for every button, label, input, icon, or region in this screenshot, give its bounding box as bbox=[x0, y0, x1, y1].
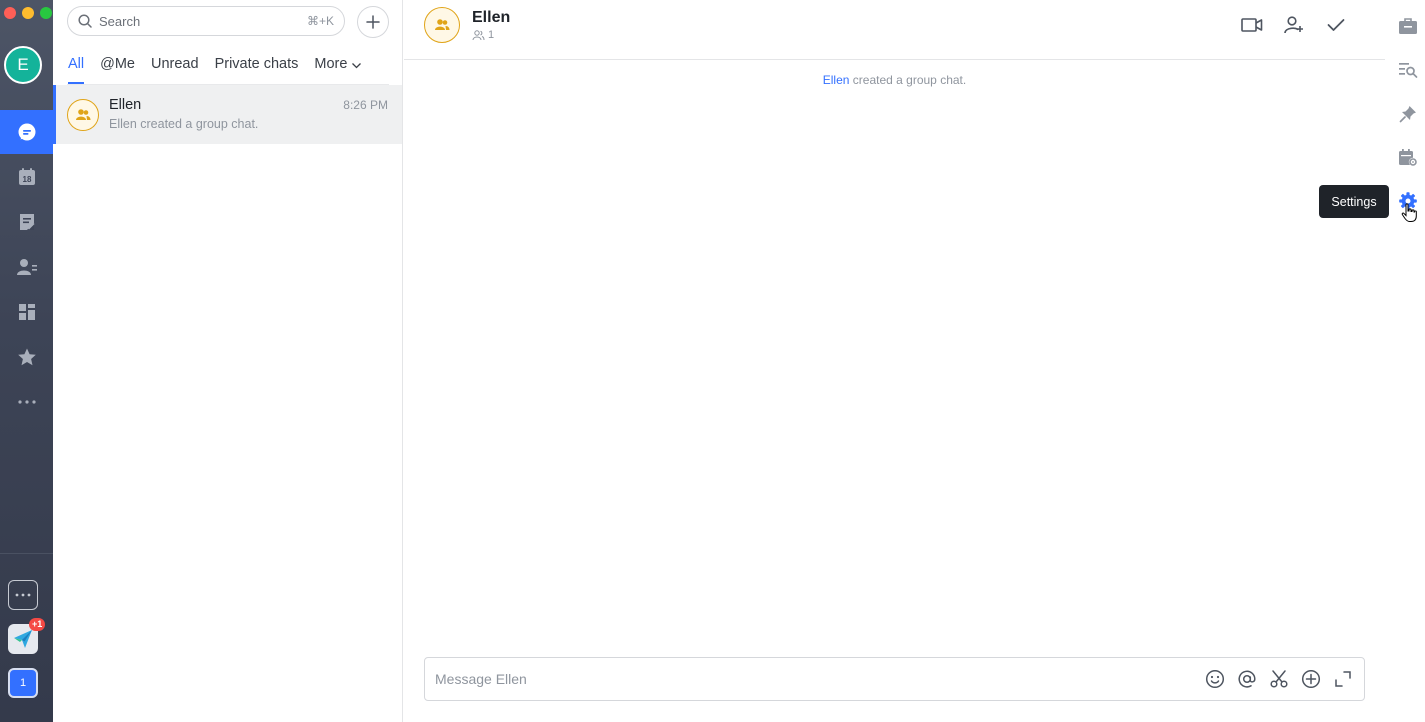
group-icon bbox=[435, 19, 450, 30]
tab-private-chats[interactable]: Private chats bbox=[215, 56, 299, 84]
chevron-down-icon bbox=[352, 63, 362, 69]
messenger-icon bbox=[18, 123, 35, 141]
docs-icon bbox=[19, 214, 35, 230]
tab-all[interactable]: All bbox=[68, 56, 85, 84]
screenshot-button[interactable] bbox=[1268, 668, 1290, 690]
checkmark-icon bbox=[1327, 19, 1345, 31]
group-icon bbox=[76, 109, 91, 120]
left-rail: E 18 +1 1 bbox=[0, 0, 53, 722]
toolbar-item-search-history[interactable] bbox=[1396, 58, 1420, 82]
right-toolbar bbox=[1385, 0, 1425, 722]
sidebar-item-workplace[interactable] bbox=[0, 290, 53, 334]
tab-more[interactable]: More bbox=[314, 56, 362, 84]
add-user-icon bbox=[1284, 16, 1303, 34]
plus-icon bbox=[366, 15, 380, 29]
chat-header-avatar[interactable] bbox=[424, 7, 460, 43]
add-member-button[interactable] bbox=[1283, 14, 1305, 36]
toolbar-item-pinned[interactable] bbox=[1396, 102, 1420, 126]
chat-list-item[interactable]: Ellen Ellen created a group chat. 8:26 P… bbox=[53, 85, 402, 144]
favorites-icon bbox=[17, 348, 36, 366]
paper-plane-icon bbox=[14, 630, 32, 648]
settings-tooltip: Settings bbox=[1319, 185, 1389, 218]
toolbar-item-workspace[interactable] bbox=[1396, 14, 1420, 38]
briefcase-icon bbox=[1399, 18, 1417, 34]
search-history-icon bbox=[1399, 63, 1418, 78]
chat-item-name: Ellen bbox=[109, 97, 142, 113]
plus-circle-icon bbox=[1301, 669, 1321, 689]
members-icon bbox=[472, 29, 485, 40]
video-call-button[interactable] bbox=[1241, 14, 1263, 36]
more-dots-icon bbox=[15, 593, 31, 597]
chat-list-panel: Search ⌘+K All @Me Unread Private chats … bbox=[53, 0, 403, 722]
sidebar-item-calendar[interactable]: 18 bbox=[0, 155, 53, 199]
chat-item-preview: Ellen created a group chat. bbox=[109, 117, 259, 131]
system-message: Ellen created a group chat. bbox=[404, 73, 1385, 87]
window-zoom-button[interactable] bbox=[40, 7, 52, 19]
tab-more-label: More bbox=[314, 56, 348, 72]
sidebar-item-more[interactable] bbox=[0, 380, 53, 424]
workspace-label: 1 bbox=[19, 677, 27, 689]
at-icon bbox=[1238, 670, 1256, 688]
user-avatar[interactable]: E bbox=[4, 46, 42, 84]
calendar-date-text: 18 bbox=[22, 175, 31, 184]
sidebar-item-docs[interactable] bbox=[0, 200, 53, 244]
chat-title[interactable]: Ellen bbox=[472, 9, 510, 27]
window-minimize-button[interactable] bbox=[22, 7, 34, 19]
toolbar-item-calendar-settings[interactable] bbox=[1396, 146, 1420, 170]
search-placeholder: Search bbox=[99, 13, 141, 29]
tab-mentions[interactable]: @Me bbox=[100, 56, 135, 84]
tab-unread[interactable]: Unread bbox=[151, 56, 199, 84]
chat-header: Ellen 1 bbox=[404, 0, 1385, 60]
expand-icon bbox=[1335, 671, 1351, 687]
pin-icon bbox=[1399, 106, 1416, 123]
calendar-settings-icon bbox=[1399, 149, 1418, 167]
expand-editor-button[interactable] bbox=[1332, 668, 1354, 690]
chat-header-actions bbox=[1241, 14, 1347, 36]
calendar-icon: 18 bbox=[18, 168, 35, 185]
emoji-icon bbox=[1205, 669, 1225, 689]
workspace-button[interactable]: 1 bbox=[8, 668, 38, 698]
message-input[interactable]: Message Ellen bbox=[424, 657, 1365, 701]
member-count-value: 1 bbox=[488, 29, 495, 41]
create-button[interactable] bbox=[357, 6, 389, 38]
hand-cursor-icon bbox=[1401, 203, 1417, 222]
app-more-button[interactable] bbox=[8, 580, 38, 610]
mention-button[interactable] bbox=[1236, 668, 1258, 690]
emoji-button[interactable] bbox=[1204, 668, 1226, 690]
video-camera-icon bbox=[1241, 18, 1263, 32]
system-message-actor[interactable]: Ellen bbox=[823, 73, 850, 87]
system-message-text: created a group chat. bbox=[852, 73, 967, 87]
search-shortcut: ⌘+K bbox=[306, 14, 334, 28]
chat-window: Ellen 1 Ellen created a group chat. Mess… bbox=[404, 0, 1385, 722]
message-placeholder: Message Ellen bbox=[435, 671, 527, 687]
scissors-icon bbox=[1270, 670, 1288, 688]
group-avatar bbox=[67, 99, 99, 131]
contacts-icon bbox=[16, 259, 37, 275]
chat-item-time: 8:26 PM bbox=[343, 98, 388, 112]
window-close-button[interactable] bbox=[4, 7, 16, 19]
sidebar-item-contacts[interactable] bbox=[0, 245, 53, 289]
app-badge: +1 bbox=[29, 618, 46, 631]
sidebar-item-messenger[interactable] bbox=[0, 110, 53, 154]
search-input[interactable]: Search ⌘+K bbox=[67, 6, 345, 36]
mark-done-button[interactable] bbox=[1325, 14, 1347, 36]
rail-divider bbox=[0, 553, 53, 554]
workplace-icon bbox=[18, 304, 35, 320]
member-count[interactable]: 1 bbox=[472, 29, 494, 41]
attach-more-button[interactable] bbox=[1300, 668, 1322, 690]
more-dots-icon bbox=[17, 400, 36, 404]
sidebar-item-favorites[interactable] bbox=[0, 335, 53, 379]
search-icon bbox=[78, 14, 92, 28]
chat-filter-tabs: All @Me Unread Private chats More bbox=[68, 56, 378, 84]
composer-tools bbox=[1204, 668, 1354, 690]
